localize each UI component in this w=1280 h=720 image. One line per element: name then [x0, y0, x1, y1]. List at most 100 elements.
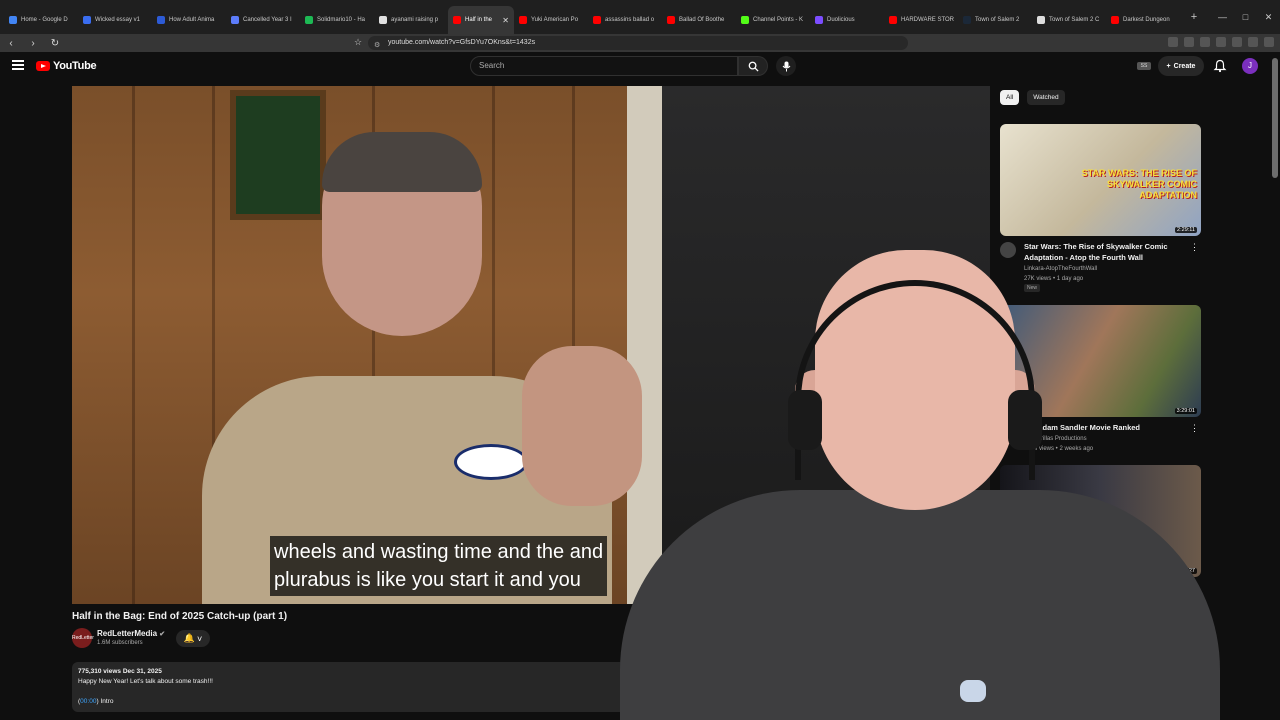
extension-icon[interactable] — [1232, 37, 1242, 47]
voice-search-button[interactable] — [776, 56, 796, 76]
bell-icon: 🔔 — [183, 633, 195, 643]
extension-icon[interactable] — [1216, 37, 1226, 47]
video-duration: 2:29:11 — [1175, 227, 1197, 233]
video-title: Half in the Bag: End of 2025 Catch-up (p… — [72, 611, 288, 622]
extensions-area — [1168, 37, 1274, 47]
browser-tab[interactable]: Home - Google D — [4, 6, 78, 34]
subscriber-count: 1.6M subscribers — [97, 640, 143, 646]
tab-favicon-icon — [667, 16, 675, 24]
browser-tab[interactable]: How Adult Anima — [152, 6, 226, 34]
tab-label: Home - Google D — [21, 17, 68, 23]
url-text: youtube.com/watch?v=GfsDYu7OKns&t=1432s — [388, 39, 536, 46]
caption-line: wheels and wasting time and the and — [274, 541, 604, 563]
tab-favicon-icon — [9, 16, 17, 24]
tab-favicon-icon — [379, 16, 387, 24]
recommendation-thumbnail[interactable]: STAR WARS: THE RISE OF SKYWALKER COMIC A… — [1000, 124, 1201, 236]
extension-icon[interactable] — [1248, 37, 1258, 47]
browser-tab[interactable]: Ballad Of Boothe — [662, 6, 736, 34]
search-input[interactable]: Search — [470, 56, 738, 76]
close-tab-icon[interactable]: ✕ — [502, 16, 509, 25]
notifications-bell-icon[interactable] — [1213, 59, 1227, 73]
search-button[interactable] — [738, 56, 768, 76]
window-controls: — □ ✕ — [1211, 0, 1280, 34]
tab-favicon-icon — [593, 16, 601, 24]
chip-watched[interactable]: Watched — [1027, 90, 1065, 105]
page-scrollbar[interactable] — [1272, 58, 1278, 178]
tab-label: Yuki American Po — [531, 17, 579, 23]
site-info-icon[interactable]: ⚙ — [374, 39, 380, 53]
chip-all[interactable]: All — [1000, 90, 1020, 105]
tab-label: Solidmario10 - Ha — [317, 17, 366, 23]
headset-earcup — [1008, 390, 1042, 450]
browser-tab[interactable]: Cancelled Year 3 I — [226, 6, 300, 34]
browser-tab[interactable]: Yuki American Po — [514, 6, 588, 34]
video-frame-scene — [72, 86, 662, 604]
recommendation-item[interactable]: STAR WARS: THE RISE OF SKYWALKER COMIC A… — [1000, 124, 1201, 292]
url-field[interactable]: ⚙ youtube.com/watch?v=GfsDYu7OKns&t=1432… — [368, 36, 908, 50]
youtube-header: YouTube Search SS + Create J — [0, 52, 1280, 82]
tab-favicon-icon — [305, 16, 313, 24]
streamer-shirt — [620, 490, 1220, 720]
tab-label: Half in the — [465, 17, 493, 23]
youtube-logo[interactable]: YouTube — [36, 60, 97, 72]
browser-tab[interactable]: Solidmario10 - Ha — [300, 6, 374, 34]
maximize-icon[interactable]: □ — [1234, 0, 1257, 34]
channel-avatar[interactable]: RedLetter — [72, 628, 94, 648]
minimize-icon[interactable]: — — [1211, 0, 1234, 34]
views-and-date: 775,310 views Dec 31, 2025 — [78, 668, 162, 675]
extension-icon[interactable] — [1184, 37, 1194, 47]
tab-label: Town of Salem 2 C — [1049, 17, 1100, 23]
new-tab-button[interactable]: + — [1184, 11, 1204, 23]
chevron-down-icon: ˅ — [196, 633, 203, 644]
reload-icon[interactable]: ↻ — [44, 38, 66, 49]
subscribed-notification-button[interactable]: 🔔 ˅ — [176, 630, 210, 647]
tab-label: assassins ballad o — [605, 17, 655, 23]
tab-label: How Adult Anima — [169, 17, 215, 23]
description-box[interactable]: 775,310 views Dec 31, 2025 Happy New Yea… — [72, 662, 632, 712]
browser-tab[interactable]: Half in the ✕ — [448, 6, 514, 34]
extension-icon[interactable] — [1168, 37, 1178, 47]
tab-label: Ballad Of Boothe — [679, 17, 725, 23]
channel-name[interactable]: RedLetterMedia ✔ — [97, 629, 165, 638]
tab-favicon-icon — [815, 16, 823, 24]
verified-icon: ✔ — [159, 631, 166, 638]
shirt-patch-logo — [454, 444, 528, 480]
headset-earcup — [788, 390, 822, 450]
tab-label: Darkest Dungeon — [1123, 17, 1170, 23]
recommendation-filter-chips: All Watched — [1000, 90, 1065, 105]
webcam-overlay — [600, 240, 1240, 720]
browser-tab[interactable]: assassins ballad o — [588, 6, 662, 34]
microphone-icon — [782, 61, 790, 71]
browser-tab[interactable]: Channel Points - K — [736, 6, 810, 34]
caption-line: plurabus is like you start it and you — [274, 569, 581, 591]
back-icon[interactable]: ‹ — [0, 38, 22, 49]
menu-icon[interactable] — [12, 60, 24, 70]
browser-tab[interactable]: Duolicious — [810, 6, 884, 34]
chapter-timestamp-link[interactable]: 00:00 — [80, 698, 96, 705]
extension-icon[interactable] — [1200, 37, 1210, 47]
youtube-play-icon — [36, 61, 50, 71]
tab-label: ayanami raising p — [391, 17, 439, 23]
tab-favicon-icon — [519, 16, 527, 24]
extension-icon[interactable] — [1264, 37, 1274, 47]
browser-tab[interactable]: Town of Salem 2 — [958, 6, 1032, 34]
account-avatar[interactable]: J — [1242, 58, 1258, 74]
browser-tab[interactable]: Wicked essay v1 — [78, 6, 152, 34]
tab-favicon-icon — [231, 16, 239, 24]
browser-tab[interactable]: Town of Salem 2 C — [1032, 6, 1106, 34]
bookmark-icon[interactable]: ☆ — [354, 37, 362, 48]
tab-favicon-icon — [157, 16, 165, 24]
description-text: Happy New Year! Let's talk about some tr… — [78, 678, 213, 685]
browser-tab[interactable]: Darkest Dungeon — [1106, 6, 1180, 34]
presenter-hair — [322, 132, 482, 192]
tab-label: Town of Salem 2 — [975, 17, 1020, 23]
plus-icon: + — [1166, 62, 1171, 70]
browser-tab[interactable]: ayanami raising p — [374, 6, 448, 34]
close-window-icon[interactable]: ✕ — [1257, 0, 1280, 34]
browser-tab-strip: Home - Google D Wicked essay v1 How Adult … — [0, 0, 1280, 34]
tab-label: Channel Points - K — [753, 17, 804, 23]
browser-tab[interactable]: HARDWARE STOR — [884, 6, 958, 34]
create-button[interactable]: + Create — [1158, 56, 1204, 76]
forward-icon[interactable]: › — [22, 38, 44, 49]
tab-label: HARDWARE STOR — [901, 17, 955, 23]
